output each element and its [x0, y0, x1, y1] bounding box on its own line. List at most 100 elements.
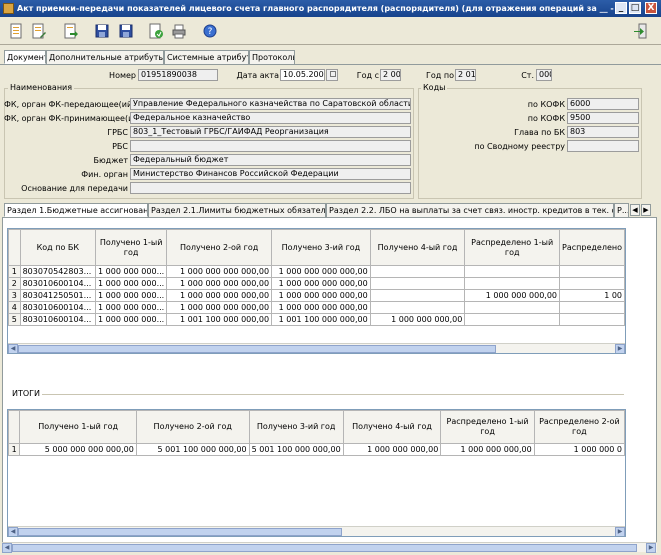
table-cell[interactable] [369, 289, 466, 302]
table-cell[interactable] [464, 313, 560, 326]
table-cell[interactable] [559, 313, 625, 326]
act-date-field[interactable]: 10.05.2009 [280, 69, 325, 81]
fin-organ-field[interactable]: Министерство Финансов Российской Федерац… [130, 168, 411, 180]
table-cell[interactable]: 1 001 100 000 000,00 [271, 313, 371, 326]
scrollbar-thumb[interactable] [18, 528, 342, 536]
scrollbar-thumb[interactable] [12, 544, 637, 552]
main-table-hscrollbar[interactable]: ◀ ▶ [8, 343, 625, 353]
table-cell[interactable]: 1 00 [559, 289, 625, 302]
tab-section-2-2[interactable]: Раздел 2.2. ЛБО на выплаты за счет связ.… [326, 203, 614, 217]
calendar-button[interactable] [326, 69, 338, 81]
scroll-right-button[interactable]: ▶ [615, 344, 625, 353]
table-cell[interactable]: 1 000 000 000,00 [440, 443, 535, 456]
tab-section-2-1[interactable]: Раздел 2.1.Лимиты бюджетных обязательств [148, 203, 326, 217]
scroll-left-button[interactable]: ◀ [8, 344, 18, 353]
kofk-sender-field[interactable]: 6000 [567, 98, 639, 110]
table-cell[interactable]: 803010600104... [19, 277, 97, 290]
table-cell[interactable]: 1 000 000 000... [95, 289, 168, 302]
scroll-right-button[interactable]: ▶ [646, 543, 656, 553]
table-cell[interactable] [559, 301, 625, 314]
table-cell[interactable]: 1 001 100 000 000,00 [166, 313, 273, 326]
table-row[interactable]: 2 803010600104... 1 000 000 000... 1 000… [8, 277, 625, 290]
column-header[interactable]: Распределено 1-ый год [464, 229, 560, 266]
tab-scroll-right-button[interactable]: ▶ [641, 204, 651, 216]
transfer-basis-field[interactable] [130, 182, 411, 194]
table-cell[interactable]: 1 000 000 000 000,00 [271, 301, 371, 314]
scroll-left-button[interactable]: ◀ [8, 527, 18, 536]
table-cell[interactable]: 1 000 000 000... [95, 301, 168, 314]
tab-section-1[interactable]: Раздел 1.Бюджетные ассигнования [4, 203, 148, 217]
column-header[interactable]: Получено 2-ой год [135, 410, 250, 444]
table-cell[interactable] [464, 265, 560, 278]
maximize-button[interactable]: □ [629, 2, 641, 14]
table-row[interactable]: 3 803041250501... 1 000 000 000... 1 000… [8, 289, 625, 302]
export-document-button[interactable] [60, 20, 80, 40]
column-header[interactable]: Получено 4-ый год [369, 229, 466, 266]
table-cell[interactable]: 1 000 000 000 000,00 [166, 301, 273, 314]
window-hscrollbar[interactable]: ◀ ▶ [2, 542, 657, 553]
tab-scroll-left-button[interactable]: ◀ [630, 204, 640, 216]
table-cell[interactable]: 1 000 000 000 000,00 [166, 289, 273, 302]
table-cell[interactable]: 1 000 000 000 000,00 [271, 265, 371, 278]
table-cell[interactable] [369, 301, 466, 314]
column-header[interactable]: Получено 4-ый год [342, 410, 442, 444]
print-button[interactable] [168, 20, 188, 40]
table-cell[interactable]: 1 000 000 000... [95, 265, 168, 278]
column-header[interactable]: Распределено 2-ой год [533, 410, 625, 444]
minimize-button[interactable]: _ [615, 2, 627, 14]
year-to-field[interactable]: 2 012 [455, 69, 476, 81]
scroll-left-button[interactable]: ◀ [2, 543, 12, 553]
scrollbar-thumb[interactable] [18, 345, 496, 353]
check-document-button[interactable] [145, 20, 165, 40]
table-cell[interactable]: 1 000 000 000,00 [369, 313, 466, 326]
scroll-right-button[interactable]: ▶ [615, 527, 625, 536]
tab-section-more[interactable]: Р... [614, 203, 629, 217]
table-row[interactable]: 4 803010600104... 1 000 000 000... 1 000… [8, 301, 625, 314]
totals-table-hscrollbar[interactable]: ◀ ▶ [8, 526, 625, 536]
save-button[interactable] [91, 20, 111, 40]
table-cell[interactable]: 1 000 000 000... [95, 313, 168, 326]
exit-button[interactable] [629, 20, 649, 40]
table-cell[interactable] [559, 265, 625, 278]
table-cell[interactable]: 803010600104... [19, 301, 97, 314]
table-cell[interactable] [369, 265, 466, 278]
table-cell[interactable]: 803070542803... [19, 265, 97, 278]
table-cell[interactable]: 5 001 100 000 000,00 [248, 443, 344, 456]
close-button[interactable]: X [645, 2, 657, 14]
budget-field[interactable]: Федеральный бюджет [130, 154, 411, 166]
tab-document[interactable]: Документ [4, 50, 46, 64]
table-cell[interactable]: 1 000 000 000 000,00 [271, 289, 371, 302]
table-cell[interactable]: 1 000 000 0 [533, 443, 625, 456]
kofk-receiver-field[interactable]: 9500 [567, 112, 639, 124]
save-close-button[interactable] [115, 20, 135, 40]
column-header[interactable]: Получено 1-ый год [95, 229, 168, 266]
grbs-field[interactable]: 803_1_Тестовый ГРБС/ГАИФАД Реорганизация [130, 126, 411, 138]
column-header[interactable]: Распределено [559, 229, 625, 266]
table-cell[interactable] [369, 277, 466, 290]
edit-document-button[interactable] [28, 20, 48, 40]
table-cell[interactable]: 1 000 000 000 000,00 [166, 277, 273, 290]
new-document-button[interactable] [5, 20, 25, 40]
column-header[interactable]: Распределено 1-ый год [440, 410, 535, 444]
rbs-field[interactable] [130, 140, 411, 152]
table-cell[interactable]: 1 000 000 000 000,00 [166, 265, 273, 278]
table-cell[interactable] [464, 277, 560, 290]
number-field[interactable]: 01951890038 [138, 69, 218, 81]
column-header[interactable]: Получено 2-ой год [166, 229, 273, 266]
fk-receiver-field[interactable]: Федеральное казначейство [130, 112, 411, 124]
year-from-field[interactable]: 2 009 [380, 69, 401, 81]
column-header[interactable]: Получено 1-ый год [19, 410, 137, 444]
table-row[interactable]: 1 803070542803... 1 000 000 000... 1 000… [8, 265, 625, 278]
table-cell[interactable]: 803041250501... [19, 289, 97, 302]
table-cell[interactable] [464, 301, 560, 314]
status-field[interactable]: 000 [536, 69, 552, 81]
table-cell[interactable]: 5 000 000 000 000,00 [19, 443, 137, 456]
tab-system-attributes[interactable]: Системные атрибуты [164, 50, 249, 64]
table-cell[interactable]: 803010600104... [19, 313, 97, 326]
glava-bk-field[interactable]: 803 [567, 126, 639, 138]
table-row[interactable]: 1 5 000 000 000 000,00 5 001 100 000 000… [8, 443, 625, 456]
table-cell[interactable]: 1 000 000 000,00 [464, 289, 560, 302]
window-titlebar[interactable]: Акт приемки-передачи показателей лицевог… [0, 0, 661, 17]
tab-additional-attributes[interactable]: Дополнительные атрибуты(2) [46, 50, 164, 64]
tab-protocols[interactable]: Протоколы [249, 50, 295, 64]
